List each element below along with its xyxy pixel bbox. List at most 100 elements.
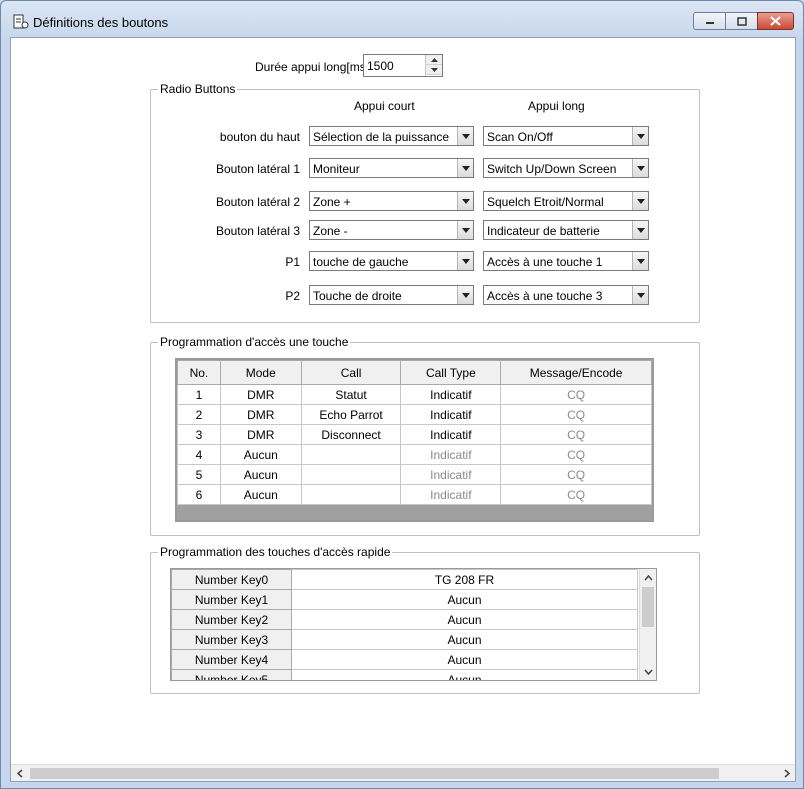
list-item[interactable]: Number Key1 Aucun	[171, 589, 638, 610]
cell-mode[interactable]: Aucun	[219, 484, 302, 505]
table-row[interactable]: 6 Aucun Indicatif CQ	[177, 484, 652, 505]
key-value[interactable]: Aucun	[291, 589, 638, 610]
key-value[interactable]: TG 208 FR	[291, 569, 638, 590]
key-value[interactable]: Aucun	[291, 609, 638, 630]
cell-mode[interactable]: Aucun	[219, 444, 302, 465]
dropdown-button[interactable]	[457, 252, 473, 270]
dropdown-button[interactable]	[457, 192, 473, 210]
key-value[interactable]: Aucun	[291, 629, 638, 650]
scroll-up-button[interactable]	[640, 569, 656, 586]
list-item[interactable]: Number Key3 Aucun	[171, 629, 638, 650]
short-press-select[interactable]: touche de gauche	[309, 251, 474, 271]
minimize-button[interactable]	[693, 12, 726, 30]
scroll-down-button[interactable]	[640, 663, 656, 680]
col-message-header[interactable]: Message/Encode	[500, 360, 652, 385]
spin-up-button[interactable]	[426, 55, 442, 65]
cell-message[interactable]: CQ	[500, 424, 652, 445]
dropdown-button[interactable]	[457, 221, 473, 239]
one-touch-grid[interactable]: No. Mode Call Call Type Message/Encode 1…	[175, 358, 654, 522]
list-item[interactable]: Number Key0 TG 208 FR	[171, 569, 638, 590]
key-value[interactable]: Aucun	[291, 669, 638, 680]
long-press-select[interactable]: Accès à une touche 1	[483, 251, 649, 271]
short-press-select[interactable]: Moniteur	[309, 158, 474, 178]
cell-calltype[interactable]: Indicatif	[400, 384, 502, 405]
key-value[interactable]: Aucun	[291, 649, 638, 670]
table-row[interactable]: 2 DMR Echo Parrot Indicatif CQ	[177, 404, 652, 425]
cell-mode[interactable]: DMR	[219, 384, 302, 405]
quick-keys-scrollbar[interactable]	[639, 569, 656, 680]
long-press-select[interactable]: Indicateur de batterie	[483, 220, 649, 240]
scroll-right-button[interactable]	[778, 765, 795, 781]
dropdown-button[interactable]	[457, 159, 473, 177]
cell-call[interactable]	[300, 464, 402, 485]
cell-no[interactable]: 1	[177, 384, 221, 405]
title-bar[interactable]: Définitions des boutons	[1, 1, 803, 37]
col-call-header[interactable]: Call	[300, 360, 402, 385]
spin-down-button[interactable]	[426, 65, 442, 75]
long-press-select[interactable]: Accès à une touche 3	[483, 285, 649, 305]
table-row[interactable]: 5 Aucun Indicatif CQ	[177, 464, 652, 485]
window-horizontal-scrollbar[interactable]	[11, 764, 795, 781]
long-press-spinner[interactable]: 1500	[363, 54, 443, 77]
table-row[interactable]: 1 DMR Statut Indicatif CQ	[177, 384, 652, 405]
horizontal-scroll-thumb[interactable]	[30, 768, 719, 779]
col-mode-header[interactable]: Mode	[219, 360, 302, 385]
list-item[interactable]: Number Key5 Aucun	[171, 669, 638, 680]
cell-no[interactable]: 6	[177, 484, 221, 505]
cell-mode[interactable]: DMR	[219, 404, 302, 425]
dropdown-button[interactable]	[457, 286, 473, 304]
minimize-icon	[705, 22, 714, 24]
cell-call[interactable]: Disconnect	[300, 424, 402, 445]
scroll-left-button[interactable]	[11, 765, 28, 781]
long-press-value[interactable]: 1500	[367, 59, 394, 73]
cell-call[interactable]: Statut	[300, 384, 402, 405]
dropdown-button[interactable]	[632, 252, 648, 270]
cell-no[interactable]: 4	[177, 444, 221, 465]
long-press-select[interactable]: Squelch Etroit/Normal	[483, 191, 649, 211]
table-row[interactable]: 3 DMR Disconnect Indicatif CQ	[177, 424, 652, 445]
long-press-select[interactable]: Switch Up/Down Screen	[483, 158, 649, 178]
cell-no[interactable]: 2	[177, 404, 221, 425]
cell-message[interactable]: CQ	[500, 444, 652, 465]
quick-keys-list[interactable]: Number Key0 TG 208 FR Number Key1 Aucun Numb…	[170, 568, 657, 681]
short-press-select[interactable]: Sélection de la puissance	[309, 126, 474, 146]
cell-call[interactable]	[300, 484, 402, 505]
cell-message[interactable]: CQ	[500, 484, 652, 505]
cell-calltype[interactable]: Indicatif	[400, 424, 502, 445]
cell-calltype[interactable]: Indicatif	[400, 464, 502, 485]
cell-calltype[interactable]: Indicatif	[400, 484, 502, 505]
app-document-icon	[13, 14, 29, 29]
cell-mode[interactable]: DMR	[219, 424, 302, 445]
dropdown-button[interactable]	[632, 127, 648, 145]
cell-message[interactable]: CQ	[500, 404, 652, 425]
short-press-select[interactable]: Zone +	[309, 191, 474, 211]
arrow-down-icon	[430, 67, 438, 72]
cell-mode[interactable]: Aucun	[219, 464, 302, 485]
col-no-header[interactable]: No.	[177, 360, 221, 385]
list-item[interactable]: Number Key4 Aucun	[171, 649, 638, 670]
dropdown-button[interactable]	[632, 192, 648, 210]
dropdown-button[interactable]	[632, 159, 648, 177]
cell-message[interactable]: CQ	[500, 384, 652, 405]
list-item[interactable]: Number Key2 Aucun	[171, 609, 638, 630]
cell-no[interactable]: 5	[177, 464, 221, 485]
cell-message[interactable]: CQ	[500, 464, 652, 485]
long-press-select[interactable]: Scan On/Off	[483, 126, 649, 146]
select-value: Scan On/Off	[487, 130, 553, 144]
close-button[interactable]	[757, 12, 794, 30]
table-row[interactable]: 4 Aucun Indicatif CQ	[177, 444, 652, 465]
col-calltype-header[interactable]: Call Type	[400, 360, 502, 385]
dropdown-button[interactable]	[457, 127, 473, 145]
dropdown-button[interactable]	[632, 221, 648, 239]
cell-call[interactable]	[300, 444, 402, 465]
cell-call[interactable]: Echo Parrot	[300, 404, 402, 425]
client-area: Durée appui long[ms] 1500 Radio Buttons …	[10, 37, 796, 782]
short-press-select[interactable]: Touche de droite	[309, 285, 474, 305]
short-press-select[interactable]: Zone -	[309, 220, 474, 240]
dropdown-button[interactable]	[632, 286, 648, 304]
cell-calltype[interactable]: Indicatif	[400, 444, 502, 465]
cell-no[interactable]: 3	[177, 424, 221, 445]
cell-calltype[interactable]: Indicatif	[400, 404, 502, 425]
maximize-button[interactable]	[725, 12, 758, 30]
scroll-thumb[interactable]	[642, 587, 654, 627]
